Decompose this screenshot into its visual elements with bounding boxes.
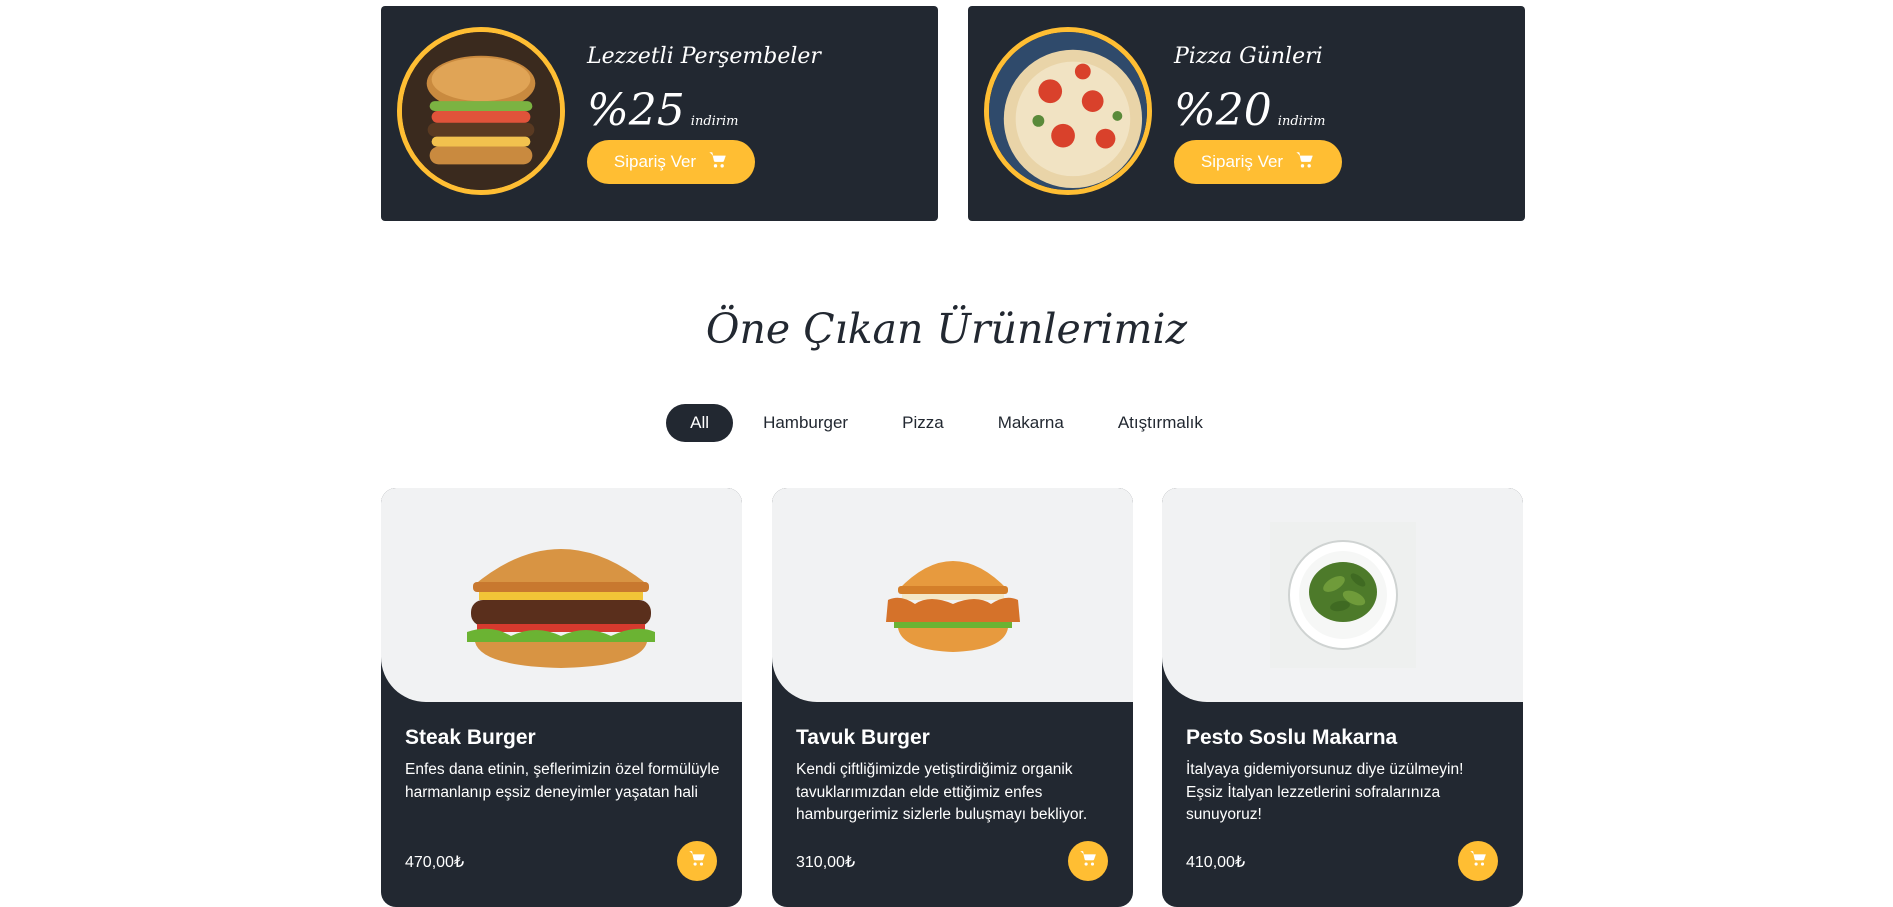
offer-discount-unit: indirim <box>1277 114 1326 129</box>
offer-burger-image <box>397 27 565 195</box>
product-name: Steak Burger <box>405 726 536 749</box>
product-image-area <box>381 488 742 702</box>
filter-atistirmalik[interactable]: Atıştırmalık <box>1094 404 1227 442</box>
product-description: Kendi çiftliğimizde yetiştirdiğimiz orga… <box>796 761 1088 823</box>
product-image-area <box>772 488 1133 702</box>
offer-title: Pizza Günleri <box>1174 44 1323 69</box>
product-name: Pesto Soslu Makarna <box>1186 726 1398 749</box>
product-image-area <box>1162 488 1523 702</box>
filter-all[interactable]: All <box>666 404 734 442</box>
product-card: Pesto Soslu Makarna İtalyaya gidemiyorsu… <box>1162 488 1523 907</box>
product-description: Enfes dana etinin, şeflerimizin özel for… <box>405 761 720 801</box>
section-title: Öne Çıkan Ürünlerimiz <box>705 305 1188 353</box>
offer-discount: %25 indirim <box>587 86 739 147</box>
offer-card-pizza: Pizza Günleri %20 indirim Sipariş Ver <box>968 6 1525 221</box>
product-price: 410,00₺ <box>1186 854 1246 871</box>
add-to-cart-button[interactable] <box>1458 841 1498 881</box>
product-card: Tavuk Burger Kendi çiftliğimizde yetişti… <box>772 488 1133 907</box>
product-card: Steak Burger Enfes dana etinin, şeflerim… <box>381 488 742 907</box>
add-to-cart-button[interactable] <box>677 841 717 881</box>
cart-icon <box>708 150 728 175</box>
cart-icon <box>1295 150 1315 175</box>
add-to-cart-button[interactable] <box>1068 841 1108 881</box>
offer-pizza-image <box>984 27 1152 195</box>
product-price: 310,00₺ <box>796 854 856 871</box>
product-description: İtalyaya gidemiyorsunuz diye üzülmeyin! … <box>1186 761 1464 823</box>
product-price: 470,00₺ <box>405 854 465 871</box>
offer-discount-value: %20 <box>1174 85 1272 136</box>
offer-discount: %20 indirim <box>1174 86 1326 147</box>
cart-icon <box>1469 849 1488 873</box>
order-button[interactable]: Sipariş Ver <box>587 140 755 184</box>
filter-pizza[interactable]: Pizza <box>878 404 968 442</box>
offer-discount-value: %25 <box>587 85 685 136</box>
pesto-pasta-image <box>1270 522 1416 668</box>
order-button-label: Sipariş Ver <box>613 152 697 171</box>
offer-discount-unit: indirim <box>690 114 739 129</box>
order-button[interactable]: Sipariş Ver <box>1174 140 1342 184</box>
filter-makarna[interactable]: Makarna <box>974 404 1088 442</box>
cart-icon <box>1079 849 1098 873</box>
product-name: Tavuk Burger <box>796 726 930 749</box>
order-button-label: Sipariş Ver <box>1200 152 1284 171</box>
filter-hamburger[interactable]: Hamburger <box>739 404 872 442</box>
chicken-burger-image <box>886 561 1020 652</box>
steak-burger-image <box>467 549 655 668</box>
category-filters: All Hamburger Pizza Makarna Atıştırmalık <box>0 404 1893 442</box>
cart-icon <box>688 849 707 873</box>
offer-card-thursday: Lezzetli Perşembeler %25 indirim Sipariş … <box>381 6 938 221</box>
offer-title: Lezzetli Perşembeler <box>587 44 821 69</box>
